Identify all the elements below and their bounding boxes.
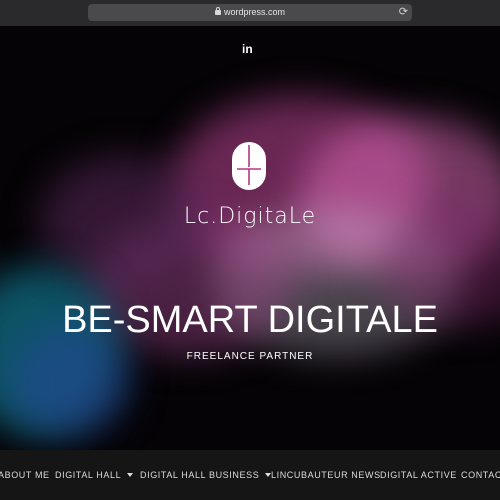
mouse-logo-icon [232,142,266,190]
nav-item-digital-hall[interactable]: DIGITAL HALL [55,469,134,481]
chevron-down-icon [127,473,134,477]
browser-toolbar: wordpress.com ⟳ [0,0,500,26]
address-bar[interactable]: wordpress.com ⟳ [88,4,412,21]
nav-item-label: ABOUT ME [0,470,50,480]
nav-item-label: DIGITAL ACTIVE [380,470,457,480]
address-bar-text: wordpress.com [88,6,412,19]
hero-banner: in Lc.DigitaLe BE-SMART DIGITALE FREELAN… [0,26,500,450]
nav-item-label: CONTACT [461,470,500,480]
nav-item-label: DIGITAL HALL BUSINESS [140,470,260,480]
nav-item-lincubauteur-news[interactable]: LINCUBAUTEUR NEWS [271,469,381,481]
linkedin-icon[interactable]: in [242,42,253,56]
nav-item-digital-active[interactable]: DIGITAL ACTIVE [380,469,457,481]
brand-logo-text: Lc.DigitaLe [183,204,317,229]
nav-item-contact[interactable]: CONTACT [461,469,500,481]
nav-item-digital-hall-business[interactable]: DIGITAL HALL BUSINESS [140,469,272,481]
nav-item-label: DIGITAL HALL [55,470,122,480]
url-label: wordpress.com [223,7,286,17]
nav-item-label: LINCUBAUTEUR NEWS [271,470,381,480]
hero-headline: BE-SMART DIGITALE [62,299,438,341]
nav-item-about-me[interactable]: ABOUT ME [0,469,50,481]
smoke-cloud [10,326,130,436]
reload-icon[interactable]: ⟳ [399,5,408,19]
lock-icon [214,7,221,15]
main-navigation: ABOUT ME DIGITAL HALL DIGITAL HALL BUSIN… [0,450,500,500]
hero-tagline: FREELANCE PARTNER [186,351,314,362]
